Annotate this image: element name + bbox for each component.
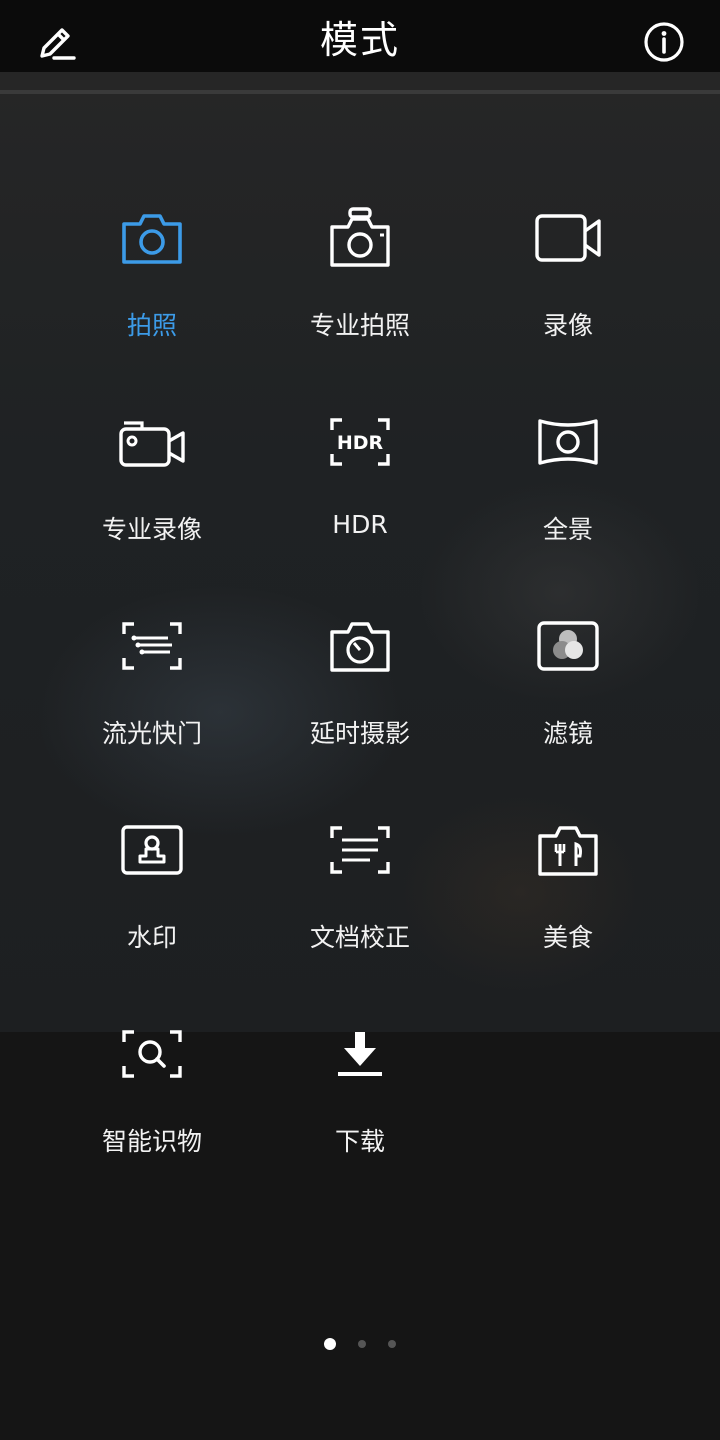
header-divider [0, 90, 720, 94]
mode-label: 专业录像 [101, 515, 202, 544]
time-lapse-icon [330, 622, 390, 672]
mode-document-correction[interactable]: 文档校正 [256, 802, 464, 1006]
pencil-icon [40, 28, 76, 60]
mode-label: 下载 [334, 1127, 385, 1156]
mode-label: 延时摄影 [309, 719, 410, 748]
page-dot-3[interactable] [388, 1340, 396, 1348]
page-title: 模式 [319, 17, 400, 62]
mode-watermark[interactable]: 水印 [48, 802, 256, 1006]
food-icon [538, 826, 598, 876]
page-dot-2[interactable] [358, 1340, 366, 1348]
mode-video[interactable]: 录像 [464, 190, 672, 394]
mode-photo[interactable]: 拍照 [48, 190, 256, 394]
info-button[interactable] [640, 18, 688, 66]
light-painting-icon [122, 622, 182, 670]
mode-light-painting[interactable]: 流光快门 [48, 598, 256, 802]
download-icon [338, 1032, 382, 1076]
mode-label: 录像 [542, 311, 593, 340]
mode-pro-video[interactable]: 专业录像 [48, 394, 256, 598]
pro-video-icon [119, 421, 185, 467]
top-bar: 模式 [0, 0, 720, 72]
mode-food[interactable]: 美食 [464, 802, 672, 1006]
panorama-icon [538, 419, 598, 465]
mode-label: 专业拍照 [309, 311, 410, 340]
page-dot-1[interactable] [324, 1338, 336, 1350]
mode-label: 水印 [126, 923, 177, 952]
mode-label: 拍照 [126, 311, 177, 340]
watermark-icon [121, 825, 183, 875]
mode-label: 流光快门 [101, 719, 202, 748]
object-recognition-icon [122, 1030, 182, 1078]
mode-filter[interactable]: 滤镜 [464, 598, 672, 802]
svg-text:HDR: HDR [337, 432, 384, 454]
page-indicator [0, 1338, 720, 1350]
camera-icon [122, 214, 182, 264]
edit-button[interactable] [32, 18, 80, 66]
document-correction-icon [330, 826, 390, 874]
filter-icon [537, 621, 599, 671]
mode-pro-photo[interactable]: 专业拍照 [256, 190, 464, 394]
pro-camera-icon [330, 207, 390, 267]
mode-hdr[interactable]: HDR HDR [256, 394, 464, 598]
mode-label: HDR [332, 510, 388, 539]
mode-label: 文档校正 [309, 923, 410, 952]
info-icon [644, 22, 684, 62]
mode-label: 智能识物 [101, 1127, 202, 1156]
mode-download[interactable]: 下载 [256, 1006, 464, 1210]
mode-label: 滤镜 [542, 719, 593, 748]
mode-panorama[interactable]: 全景 [464, 394, 672, 598]
mode-grid: 拍照 专业拍照 录像 专业录像 HDR HDR 全景 流光快门 延时摄影 滤镜 … [48, 190, 672, 1210]
mode-label: 美食 [542, 923, 593, 952]
hdr-icon: HDR [330, 418, 390, 466]
video-icon [535, 214, 601, 262]
mode-time-lapse[interactable]: 延时摄影 [256, 598, 464, 802]
mode-label: 全景 [542, 515, 593, 544]
mode-object-recognition[interactable]: 智能识物 [48, 1006, 256, 1210]
